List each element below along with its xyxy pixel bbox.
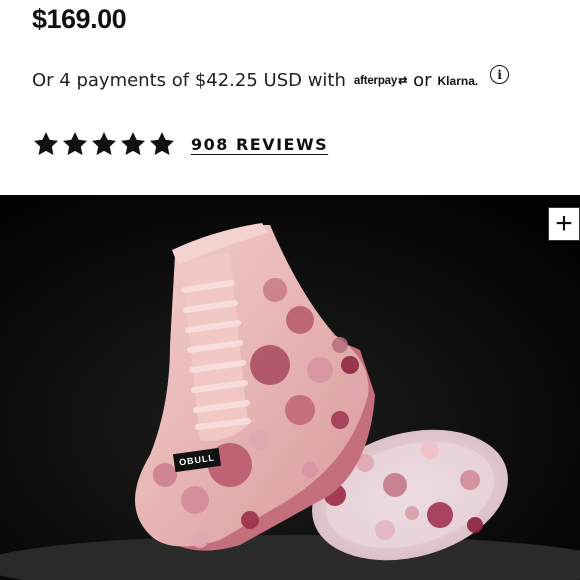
star-rating[interactable]: 908 REVIEWS [32,130,328,158]
product-image[interactable]: OBULL [0,195,580,580]
installment-payments: Or 4 payments of $42.25 USD with afterpa… [32,65,510,91]
afterpay-arrow-icon: ⇄ [398,75,408,87]
shoe-illustration [0,195,580,580]
product-price: $169.00 [32,4,127,34]
star-icon [33,132,59,155]
star-icon [149,132,175,155]
or-text: or [413,70,432,91]
star-icon [91,132,117,155]
star-icon [62,132,88,155]
reviews-link[interactable]: 908 REVIEWS [191,135,328,154]
installment-text: Or 4 payments of $42.25 USD with [32,70,346,91]
star-icon [120,132,146,155]
info-icon[interactable]: i [490,65,510,84]
klarna-logo: Klarna. [437,73,479,88]
afterpay-logo: afterpay⇄ [353,75,408,87]
zoom-plus-button[interactable]: + [548,207,580,241]
